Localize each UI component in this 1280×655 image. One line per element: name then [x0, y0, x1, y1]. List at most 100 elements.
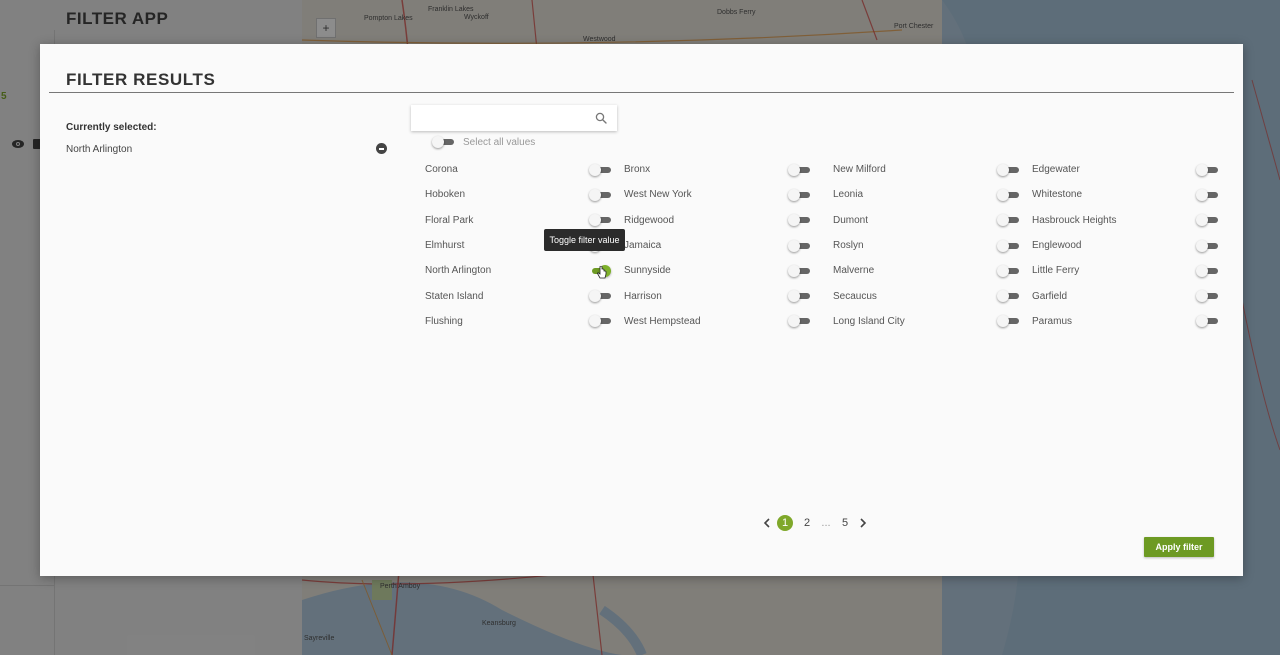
filter-value-label: Floral Park [425, 214, 474, 226]
pagination: 1 2 ... 5 [760, 515, 870, 531]
filter-value-row: Roslyn [833, 233, 1019, 258]
page-5-button[interactable]: 5 [837, 515, 853, 531]
filter-value-label: Sunnyside [624, 265, 671, 277]
filter-value-label: Staten Island [425, 290, 484, 302]
filter-value-row: West New York [624, 182, 810, 207]
filter-value-row: New Milford [833, 157, 1019, 182]
filter-value-toggle[interactable] [997, 315, 1019, 328]
filter-value-label: Malverne [833, 265, 875, 277]
hand-cursor-icon [597, 266, 607, 279]
filter-value-toggle[interactable] [997, 214, 1019, 227]
filter-value-label: Hoboken [425, 189, 466, 201]
filter-value-toggle[interactable] [788, 315, 810, 328]
filter-value-toggle[interactable] [1196, 315, 1218, 328]
filter-value-label: Edgewater [1032, 164, 1080, 176]
remove-selected-icon[interactable] [376, 143, 387, 154]
filter-values-column: New Milford Leonia Dumont Roslyn Malverne Sec… [833, 157, 1019, 334]
filter-value-row: Malverne [833, 258, 1019, 283]
next-page-button[interactable] [856, 516, 870, 530]
filter-value-toggle[interactable] [788, 264, 810, 277]
filter-value-row: Corona [425, 157, 611, 182]
chevron-left-icon [763, 518, 770, 528]
search-field [411, 105, 617, 131]
title-divider [49, 92, 1234, 93]
filter-value-toggle[interactable] [788, 188, 810, 201]
select-all-row: Select all values [432, 136, 535, 148]
filter-results-modal: FILTER RESULTS Currently selected: North… [40, 44, 1243, 576]
search-icon[interactable] [595, 112, 607, 124]
filter-values-column: Bronx West New York Ridgewood Jamaica Sunnys… [624, 157, 810, 334]
filter-value-row: Dumont [833, 208, 1019, 233]
filter-value-label: Long Island City [833, 315, 905, 327]
search-input[interactable] [411, 105, 586, 131]
filter-value-row: Secaucus [833, 283, 1019, 308]
filter-value-row: North Arlington [425, 258, 611, 283]
filter-value-toggle[interactable] [997, 163, 1019, 176]
filter-value-label: Dumont [833, 214, 869, 226]
prev-page-button[interactable] [760, 516, 774, 530]
filter-value-toggle[interactable] [788, 290, 810, 303]
filter-value-toggle[interactable] [1196, 188, 1218, 201]
selected-value-item: North Arlington [66, 144, 133, 155]
filter-value-toggle[interactable] [589, 214, 611, 227]
filter-value-toggle[interactable] [1196, 239, 1218, 252]
page-1-button[interactable]: 1 [777, 515, 793, 531]
filter-value-toggle[interactable] [997, 264, 1019, 277]
filter-value-label: Little Ferry [1032, 265, 1080, 277]
filter-value-toggle[interactable] [997, 290, 1019, 303]
filter-value-row: Hoboken [425, 182, 611, 207]
filter-value-label: Englewood [1032, 240, 1082, 252]
filter-value-toggle[interactable] [788, 214, 810, 227]
filter-value-toggle[interactable] [788, 239, 810, 252]
filter-value-label: Secaucus [833, 290, 877, 302]
apply-filter-button[interactable]: Apply filter [1144, 537, 1214, 557]
filter-value-label: Flushing [425, 315, 463, 327]
filter-value-label: Elmhurst [425, 240, 465, 252]
filter-value-row: Hasbrouck Heights [1032, 208, 1218, 233]
filter-value-toggle[interactable] [788, 163, 810, 176]
filter-value-row: West Hempstead [624, 309, 810, 334]
filter-value-toggle[interactable] [997, 188, 1019, 201]
filter-value-toggle[interactable] [589, 188, 611, 201]
filter-value-row: Flushing [425, 309, 611, 334]
filter-value-label: North Arlington [425, 265, 492, 277]
filter-value-label: Roslyn [833, 240, 864, 252]
filter-value-toggle[interactable] [589, 315, 611, 328]
filter-value-row: Harrison [624, 283, 810, 308]
chevron-right-icon [860, 518, 867, 528]
filter-value-row: Bronx [624, 157, 810, 182]
filter-value-toggle[interactable] [1196, 290, 1218, 303]
filter-value-toggle[interactable] [1196, 163, 1218, 176]
filter-value-label: Whitestone [1032, 189, 1083, 201]
filter-value-label: Harrison [624, 290, 662, 302]
filter-value-toggle[interactable] [1196, 214, 1218, 227]
filter-value-label: Bronx [624, 164, 651, 176]
filter-value-toggle[interactable] [997, 239, 1019, 252]
filter-value-label: Ridgewood [624, 214, 675, 226]
filter-value-row: Staten Island [425, 283, 611, 308]
filter-value-label: Leonia [833, 189, 864, 201]
filter-value-label: New Milford [833, 164, 886, 176]
filter-value-row: Little Ferry [1032, 258, 1218, 283]
page-2-button[interactable]: 2 [799, 515, 815, 531]
filter-value-label: West New York [624, 189, 692, 201]
filter-value-label: Jamaica [624, 240, 662, 252]
filter-value-label: Garfield [1032, 290, 1068, 302]
filter-value-label: Hasbrouck Heights [1032, 214, 1117, 226]
filter-value-toggle[interactable] [589, 163, 611, 176]
filter-value-toggle[interactable] [1196, 264, 1218, 277]
filter-value-label: West Hempstead [624, 315, 701, 327]
filter-value-toggle[interactable] [589, 290, 611, 303]
select-all-label: Select all values [463, 136, 536, 148]
select-all-toggle[interactable] [432, 136, 454, 148]
filter-value-row: Jamaica [624, 233, 810, 258]
filter-value-row: Paramus [1032, 309, 1218, 334]
currently-selected-label: Currently selected: [66, 122, 157, 133]
tooltip: Toggle filter value [544, 229, 625, 251]
filter-value-row: Englewood [1032, 233, 1218, 258]
pagination-ellipsis: ... [821, 517, 831, 529]
filter-values-column: Edgewater Whitestone Hasbrouck Heights Engl… [1032, 157, 1218, 334]
filter-value-label: Corona [425, 164, 458, 176]
filter-value-row: Leonia [833, 182, 1019, 207]
filter-value-row: Garfield [1032, 283, 1218, 308]
